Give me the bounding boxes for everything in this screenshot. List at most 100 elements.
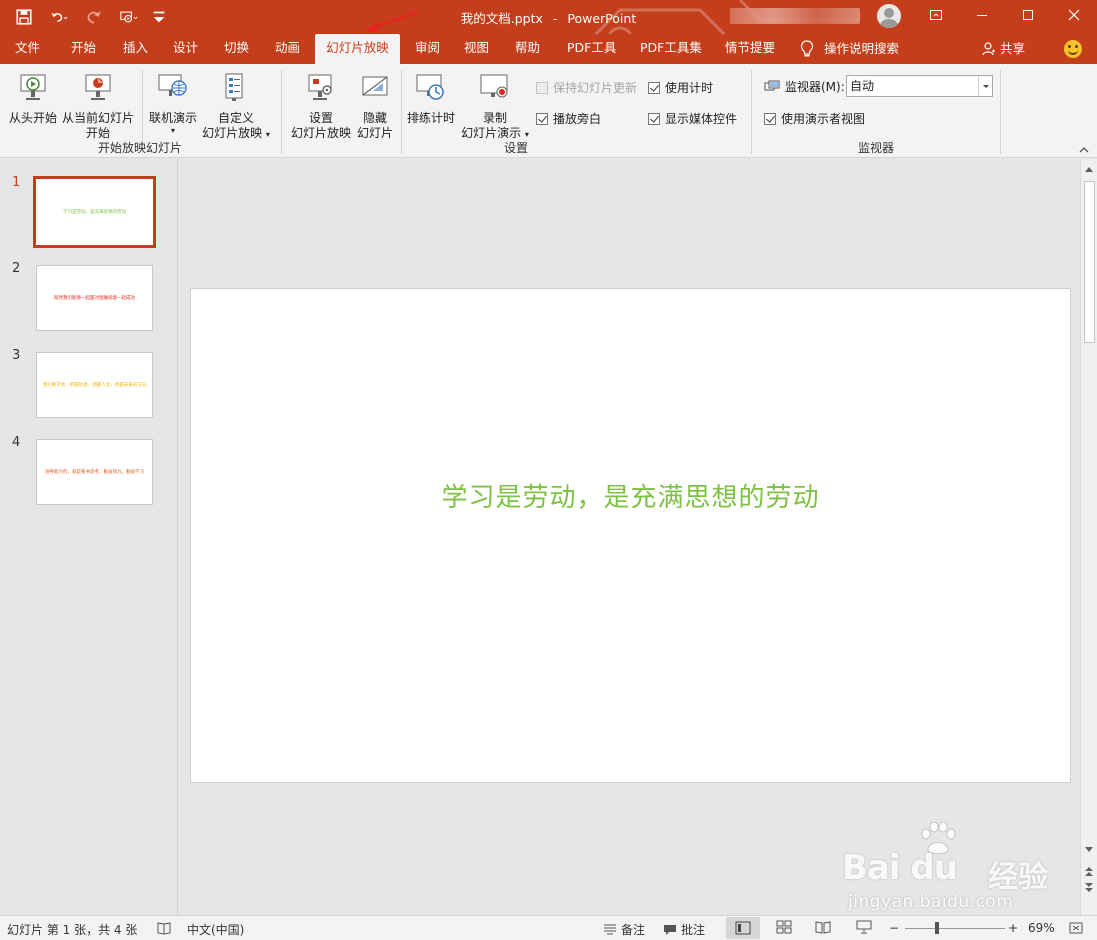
slide-thumbnail-2[interactable]: 既然我们能够一起面对困难就能一起成功 [36, 265, 153, 331]
comments-button[interactable]: 批注 [663, 921, 705, 938]
record-slideshow-button[interactable]: 录制 幻灯片演示 ▾ [458, 72, 532, 142]
zoom-out-button[interactable]: − [889, 921, 899, 935]
tab-review[interactable]: 审阅 [405, 34, 450, 64]
rehearse-timings-label: 排练计时 [406, 111, 455, 125]
current-slide[interactable]: 学习是劳动，是充满思想的劳动 [190, 288, 1071, 783]
setup-slideshow-icon [308, 74, 332, 100]
scroll-up-icon[interactable] [1085, 167, 1093, 172]
language-status[interactable]: 中文(中国) [187, 921, 244, 938]
tell-me-search[interactable]: 操作说明搜索 [800, 34, 899, 64]
tab-insert[interactable]: 插入 [113, 34, 158, 64]
group-label-monitors: 监视器 [857, 141, 894, 155]
undo-icon[interactable] [42, 3, 76, 31]
tab-slideshow[interactable]: 幻灯片放映 [315, 34, 400, 64]
ribbon-display-options-icon[interactable] [913, 0, 959, 30]
app-name: PowerPoint [567, 11, 637, 26]
notes-button[interactable]: 备注 [603, 921, 645, 938]
tell-me-label: 操作说明搜索 [824, 41, 900, 56]
normal-view-icon [735, 921, 751, 935]
tab-view[interactable]: 视图 [454, 34, 499, 64]
spell-check-icon[interactable] [156, 921, 172, 935]
setup-slideshow-button[interactable]: 设置 幻灯片放映 [289, 72, 353, 141]
fit-to-window-icon[interactable] [1068, 921, 1084, 935]
group-label-setup: 设置 [503, 141, 528, 155]
slide-thumbnail-4[interactable]: 培养能力的，就是看书思考，勤奋努力，勤奋学习 [36, 439, 153, 505]
save-icon[interactable] [10, 3, 38, 31]
reading-view-icon[interactable] [815, 920, 831, 934]
thumbnail-text: 我们要学会，把握机会，把握人生，把握未来的方向 [42, 383, 147, 388]
rehearse-timings-button[interactable]: 排练计时 [405, 72, 457, 126]
show-media-controls-checkbox[interactable]: 显示媒体控件 [648, 110, 737, 127]
presenter-view-checkbox[interactable]: 使用演示者视图 [764, 110, 865, 127]
title-bar: 我的文档.pptx - PowerPoint [0, 0, 1097, 62]
minimize-icon[interactable] [959, 0, 1005, 30]
group-label-start-slideshow: 开始放映幻灯片 [97, 141, 182, 155]
share-button[interactable]: 共享 [982, 34, 1025, 64]
maximize-icon[interactable] [1005, 0, 1051, 30]
comments-label: 批注 [681, 923, 706, 937]
from-beginning-label: 从头开始 [8, 111, 57, 125]
from-beginning-icon [20, 74, 46, 100]
present-online-icon [158, 74, 187, 96]
notes-icon [604, 924, 616, 934]
zoom-in-button[interactable]: + [1008, 921, 1018, 935]
window-controls [913, 0, 1097, 30]
tab-storyboard[interactable]: 情节提要 [715, 34, 785, 64]
slide-text-box[interactable]: 学习是劳动，是充满思想的劳动 [191, 477, 1070, 514]
tab-file[interactable]: 文件 [5, 34, 50, 64]
status-bar: 幻灯片 第 1 张，共 4 张 中文(中国) 备注 批注 − + 69% [0, 915, 1097, 940]
record-slideshow-label-1: 录制 [482, 111, 507, 125]
keep-slides-updated-checkbox[interactable]: 保持幻灯片更新 [536, 79, 637, 96]
checkbox-box [536, 112, 548, 125]
zoom-slider-track[interactable] [905, 928, 1005, 929]
feedback-smiley-icon[interactable] [1064, 40, 1082, 58]
slide-editor: 学习是劳动，是充满思想的劳动 [179, 159, 1080, 915]
slide-thumbnail-3[interactable]: 我们要学会，把握机会，把握人生，把握未来的方向 [36, 352, 153, 418]
collapse-ribbon-icon[interactable] [1078, 144, 1090, 156]
zoom-slider-thumb[interactable] [935, 922, 939, 934]
use-timings-checkbox[interactable]: 使用计时 [648, 79, 713, 96]
redo-icon[interactable] [80, 3, 108, 31]
watermark-logo: Bai du [842, 848, 958, 888]
thumbnail-text: 学习是劳动，是充满思想的劳动 [63, 210, 126, 215]
slideshow-view-icon[interactable] [856, 920, 872, 934]
tab-pdf-toolset[interactable]: PDF工具集 [630, 34, 712, 64]
slide-number: 2 [12, 261, 21, 276]
tab-pdf-tools[interactable]: PDF工具 [557, 34, 626, 64]
present-online-button[interactable]: 联机演示 ▾ [146, 72, 200, 136]
slide-number: 3 [12, 348, 21, 363]
tab-help[interactable]: 帮助 [505, 34, 550, 64]
tab-design[interactable]: 设计 [163, 34, 208, 64]
checkbox-box [648, 112, 660, 125]
annotation-arrow-icon [364, 10, 419, 32]
play-narrations-checkbox[interactable]: 播放旁白 [536, 110, 601, 127]
slide-thumbnail-1[interactable]: 学习是劳动，是充满思想的劳动 [33, 176, 156, 248]
hide-slide-button[interactable]: 隐藏 幻灯片 [353, 72, 397, 141]
normal-view-button[interactable] [726, 917, 760, 939]
from-current-slide-button[interactable]: 从当前幻灯片 开始 [61, 72, 135, 141]
slide-count-status[interactable]: 幻灯片 第 1 张，共 4 张 [7, 921, 137, 938]
custom-slideshow-button[interactable]: 自定义 幻灯片放映 ▾ [200, 72, 272, 142]
document-name: 我的文档.pptx [460, 11, 543, 26]
from-beginning-button[interactable]: 从头开始 [7, 72, 59, 126]
person-icon [982, 42, 995, 56]
slide-sorter-view-icon[interactable] [776, 920, 792, 934]
tab-animations[interactable]: 动画 [265, 34, 310, 64]
zoom-level[interactable]: 69% [1028, 921, 1055, 935]
close-icon[interactable] [1051, 0, 1097, 30]
tab-home[interactable]: 开始 [61, 34, 106, 64]
vertical-scrollbar[interactable] [1080, 159, 1097, 915]
ribbon-separator [1000, 70, 1001, 154]
watermark-url: jingyan.baidu.com [848, 892, 1014, 912]
scroll-thumb[interactable] [1084, 181, 1095, 343]
slideshow-from-start-icon[interactable] [112, 3, 146, 31]
avatar[interactable] [877, 4, 901, 28]
monitor-select[interactable]: 自动 [846, 75, 993, 97]
title-separator: - [552, 11, 558, 26]
monitor-label: 监视器(M): [785, 80, 845, 94]
custom-slideshow-icon [225, 73, 243, 101]
customize-qat-icon[interactable] [150, 3, 168, 31]
tab-transitions[interactable]: 切换 [214, 34, 259, 64]
chevron-down-icon[interactable] [978, 76, 992, 96]
use-timings-label: 使用计时 [665, 81, 714, 95]
